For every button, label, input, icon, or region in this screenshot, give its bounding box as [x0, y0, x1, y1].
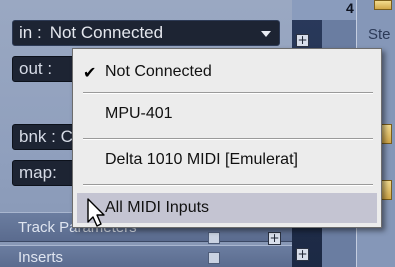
map-label: map: — [19, 163, 57, 182]
menu-item-all-midi-inputs[interactable]: All MIDI Inputs — [77, 193, 377, 223]
menu-item-delta-1010[interactable]: Delta 1010 MIDI [Emulerat] — [73, 145, 381, 175]
plus-icon[interactable]: + — [268, 232, 281, 245]
bank-label: bnk : C — [19, 127, 73, 146]
menu-item-label: MPU-401 — [105, 105, 173, 122]
menu-item-not-connected[interactable]: ✔ Not Connected — [73, 57, 381, 87]
output-label: out : — [19, 59, 53, 78]
plus-icon[interactable]: + — [296, 248, 309, 261]
ruler-bar-number: 4 — [346, 0, 354, 16]
midi-input-menu: ✔ Not Connected MPU-401 Delta 1010 MIDI … — [72, 48, 382, 228]
menu-separator — [83, 138, 373, 140]
section-toggle-square[interactable] — [208, 232, 220, 244]
midi-input-selector[interactable]: in : Not Connected — [12, 20, 280, 46]
menu-separator — [83, 92, 373, 94]
checkmark-icon: ✔ — [83, 63, 97, 82]
plus-icon[interactable]: + — [296, 34, 309, 47]
menu-item-label: Not Connected — [105, 63, 212, 80]
track-button[interactable] — [374, 0, 392, 10]
mouse-cursor-icon — [87, 198, 105, 227]
input-value: Not Connected — [49, 23, 164, 42]
dropdown-arrow-icon[interactable] — [261, 31, 271, 37]
section-toggle-square[interactable] — [208, 252, 220, 264]
menu-item-mpu-401[interactable]: MPU-401 — [73, 99, 381, 129]
menu-item-label: All MIDI Inputs — [105, 199, 210, 216]
menu-separator — [83, 184, 373, 186]
menu-item-label: Delta 1010 MIDI [Emulerat] — [105, 151, 298, 168]
input-label: in : — [19, 23, 42, 42]
column-label: Ste — [368, 26, 391, 43]
inserts-label: Inserts — [18, 248, 64, 266]
inserts-section[interactable]: Inserts — [0, 245, 292, 267]
